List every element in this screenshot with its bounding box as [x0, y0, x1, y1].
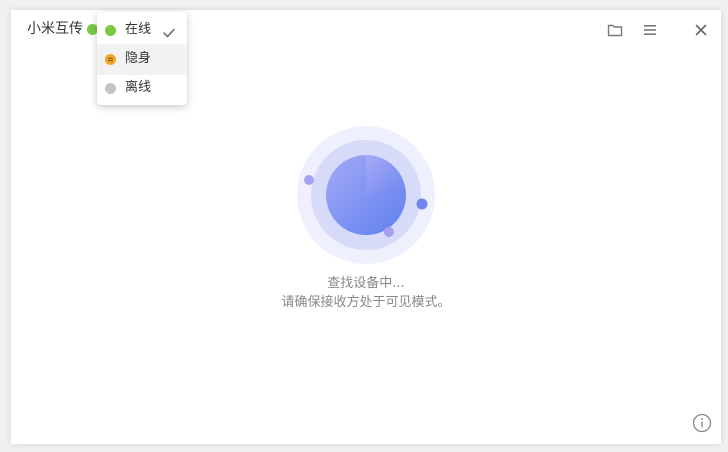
radar-blip: [416, 198, 428, 210]
offline-dot-icon: [105, 83, 116, 94]
info-icon[interactable]: [692, 413, 712, 433]
status-option-online[interactable]: 在线: [97, 15, 187, 46]
folder-icon[interactable]: [605, 20, 625, 40]
radar-blip: [384, 227, 394, 237]
searching-status-text: 查找设备中...: [327, 276, 405, 291]
checkmark-icon: [163, 23, 175, 42]
radar-scan-graphic: [297, 126, 435, 264]
close-icon[interactable]: [691, 20, 711, 40]
app-title: 小米互传: [27, 21, 83, 37]
status-option-label: 离线: [125, 80, 152, 95]
online-dot-icon: [105, 25, 116, 36]
status-dropdown-menu: 在线 隐身 离线: [97, 12, 187, 105]
radar-blip: [304, 175, 314, 185]
invisible-dot-icon: [105, 54, 116, 65]
visibility-hint-text: 请确保接收方处于可见模式。: [281, 295, 451, 310]
status-option-invisible[interactable]: 隐身: [97, 44, 187, 75]
status-option-label: 隐身: [125, 51, 152, 66]
status-option-offline[interactable]: 离线: [97, 73, 187, 104]
status-option-label: 在线: [125, 22, 152, 37]
menu-icon[interactable]: [640, 20, 660, 40]
